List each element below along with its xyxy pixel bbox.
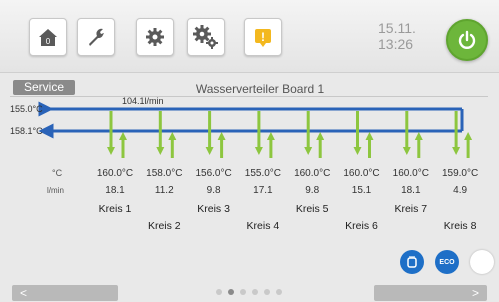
circuit-name-label: Kreis 1 [99,203,132,215]
circuit-name-label: Kreis 5 [296,203,329,215]
supply-flow-arrowhead [254,147,263,155]
eco-button[interactable]: ECO [435,250,459,274]
circuit-flow-label: 11.2 [155,185,174,196]
circuit-name-label: Kreis 8 [444,220,477,232]
distributor-diagram: 155.0°C 158.1°C 104.1l/min °C l/min 160.… [10,96,478,232]
supply-flow-arrowhead [107,147,115,155]
page-dot[interactable] [240,289,246,295]
manual-mode-button[interactable] [400,250,424,274]
page-indicator [216,289,306,297]
blank-round-button[interactable] [470,250,494,274]
next-page-button[interactable]: > [374,285,487,301]
circuit-temp-label: 158.0°C [146,168,182,179]
circuit-temp-label: 160.0°C [343,168,379,179]
supply-flow-arrowhead [452,147,461,155]
circuit-temp-label: 160.0°C [97,168,133,179]
hand-icon [407,256,417,268]
page-dot[interactable] [264,289,270,295]
return-temp-label: 158.1°C [10,126,43,136]
page-dot[interactable] [228,289,234,295]
total-flow-label: 104.1l/min [122,96,164,106]
page-dot[interactable] [276,289,282,295]
circuit-temp-label: 159.0°C [442,168,478,179]
circuit-temp-label: 156.0°C [195,168,231,179]
circuit-temp-label: 155.0°C [245,168,281,179]
circuit-flow-label: 9.8 [207,185,221,196]
supply-flow-arrowhead [205,147,214,155]
return-flow-arrowhead [365,132,374,140]
supply-flow-arrowhead [304,147,313,155]
unit-flow-label: l/min [47,186,64,195]
page-dot[interactable] [252,289,258,295]
supply-flow-arrowhead [402,147,411,155]
supply-flow-arrowhead [353,147,362,155]
circuit-temp-label: 160.0°C [393,168,429,179]
circuit-flow-label: 4.9 [453,185,467,196]
supply-temp-label: 155.0°C [10,104,43,114]
circuit-temp-label: 160.0°C [294,168,330,179]
circuit-name-label: Kreis 7 [394,203,427,215]
return-flow-arrowhead [217,132,226,140]
return-flow-arrowhead [414,132,423,140]
circuit-flow-label: 18.1 [105,185,125,196]
page-dot[interactable] [216,289,222,295]
supply-flow-arrowhead [156,147,165,155]
circuit-flow-label: 18.1 [401,185,421,196]
circuit-flow-label: 9.8 [305,185,319,196]
return-flow-arrowhead [266,132,275,140]
circuit-name-label: Kreis 3 [197,203,230,215]
return-flow-arrowhead [464,132,473,140]
unit-temp-label: °C [52,168,63,178]
circuit-name-label: Kreis 4 [247,220,280,232]
return-flow-arrowhead [168,132,177,140]
circuit-flow-label: 17.1 [253,185,273,196]
return-flow-arrowhead [119,132,127,140]
circuit-name-label: Kreis 6 [345,220,378,232]
circuit-name-label: Kreis 2 [148,220,181,232]
previous-page-button[interactable]: < [12,285,118,301]
bottom-navigation: < > [0,285,499,302]
return-flow-arrowhead [316,132,325,140]
circuit-flow-label: 15.1 [352,185,372,196]
